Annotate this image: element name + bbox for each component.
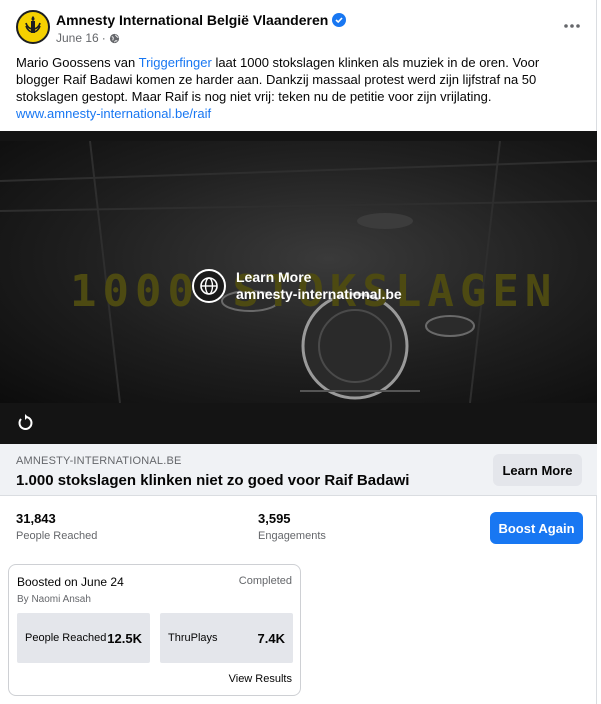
cta-domain[interactable]: amnesty-international.be [236, 286, 402, 303]
boost-author: By Naomi Ansah [17, 594, 91, 605]
link-headline[interactable]: 1.000 stokslagen klinken niet zo goed vo… [16, 472, 409, 489]
boost-metric-thruplays: ThruPlays 7.4K [160, 613, 293, 663]
globe-icon [192, 269, 226, 303]
link-domain: AMNESTY-INTERNATIONAL.BE [16, 455, 182, 467]
boost-again-button[interactable]: Boost Again [490, 512, 583, 544]
boost-title: Boosted on June 24 [17, 575, 124, 589]
engagements-stat: 3,595 Engagements [258, 511, 326, 542]
amnesty-candle-logo [25, 16, 41, 33]
people-reached-stat: 31,843 People Reached [16, 511, 97, 542]
globe-small-icon [109, 33, 119, 43]
people-reached-value: 31,843 [16, 511, 56, 526]
engagements-value: 3,595 [258, 511, 291, 526]
more-options-icon[interactable] [558, 12, 586, 40]
people-reached-label: People Reached [16, 530, 98, 542]
boost-status: Completed [238, 575, 292, 587]
learn-more-button[interactable]: Learn More [493, 454, 582, 486]
metric-value: 7.4K [257, 630, 285, 646]
post-date[interactable]: June 16 [56, 31, 99, 45]
verified-badge-icon [332, 13, 347, 27]
post-meta: June 16 · [56, 31, 120, 45]
page-name-text[interactable]: Amnesty International België Vlaanderen [56, 12, 328, 28]
boost-metric-people-reached: People Reached 12.5K [17, 613, 150, 663]
mention-link[interactable]: Triggerfinger [139, 55, 212, 70]
page-avatar[interactable] [16, 10, 50, 44]
video-player[interactable]: 1000 STOKSLAGEN Learn More amnesty-inter… [0, 131, 597, 444]
metric-label: People Reached [25, 632, 107, 644]
page-name[interactable]: Amnesty International België Vlaanderen [56, 12, 347, 28]
metric-label: ThruPlays [168, 632, 218, 644]
post-text: Mario Goossens van Triggerfinger laat 10… [16, 54, 586, 122]
post-text-start: Mario Goossens van [16, 55, 139, 70]
replay-icon[interactable] [16, 414, 34, 432]
post-card: Amnesty International België Vlaanderen … [0, 0, 597, 704]
meta-separator: · [101, 31, 106, 45]
post-link[interactable]: www.amnesty-international.be/raif [16, 105, 586, 122]
post-stats: 31,843 People Reached 3,595 Engagements … [0, 497, 597, 553]
post-header: Amnesty International België Vlaanderen … [16, 10, 586, 50]
metric-value: 12.5K [107, 630, 142, 646]
cta-text: Learn More amnesty-international.be [236, 269, 402, 303]
link-preview[interactable]: AMNESTY-INTERNATIONAL.BE 1.000 stokslage… [0, 444, 597, 496]
boost-summary-card: Boosted on June 24 By Naomi Ansah Comple… [8, 564, 301, 696]
video-learn-more-cta[interactable]: Learn More amnesty-international.be [192, 269, 402, 303]
engagements-label: Engagements [258, 530, 326, 542]
view-results-link[interactable]: View Results [229, 673, 292, 685]
cta-title[interactable]: Learn More [236, 269, 402, 286]
